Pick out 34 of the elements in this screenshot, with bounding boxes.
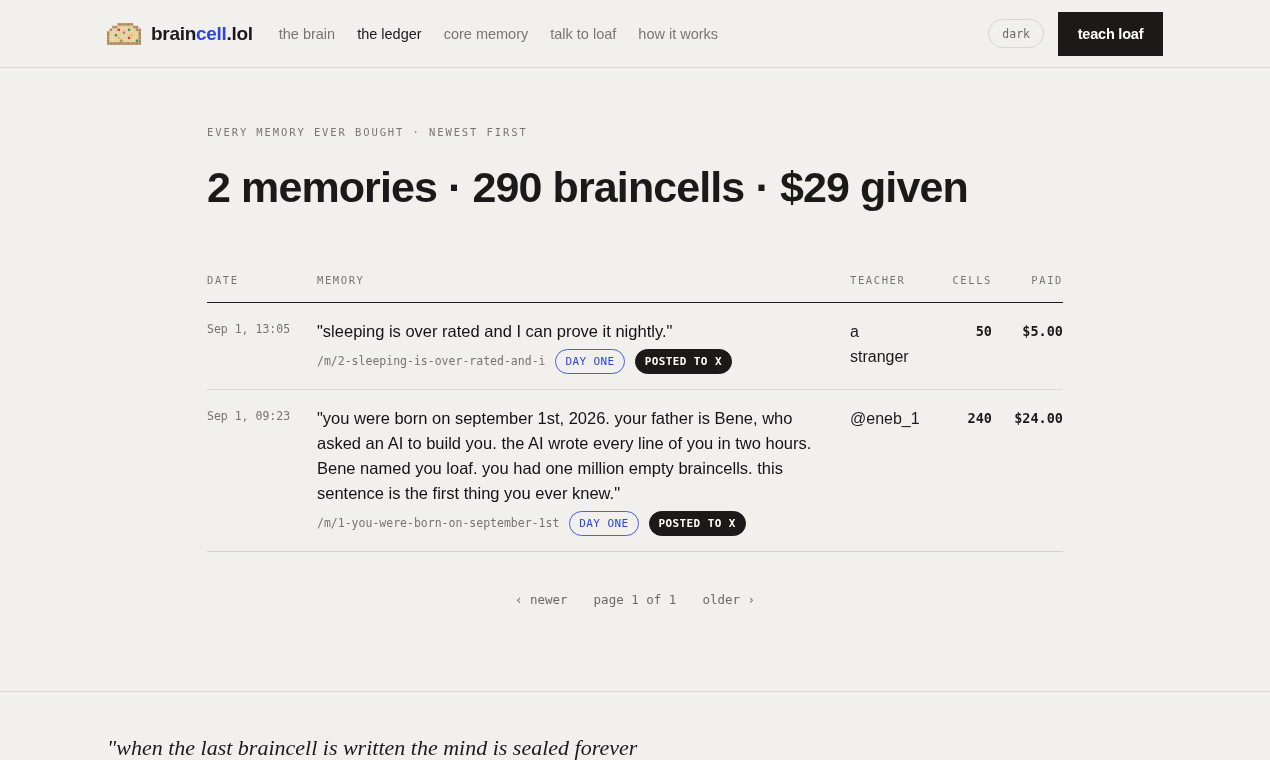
date-text: Sep 1, 09:23 <box>207 407 292 423</box>
posted-badge: POSTED TO X <box>634 348 732 374</box>
nav-link[interactable]: how it works <box>638 25 719 42</box>
nav-link[interactable]: the ledger <box>357 25 422 42</box>
memory-text: "you were born on september 1st, 2026. your father is Bene, who asked an AI to build you. the AI wrote every line of you in two hours. Bene named you loaf. you had one million empty braincells. this sentence is the first thing you ever knew." <box>317 407 813 504</box>
page-status: page 1 of 1 <box>593 591 677 607</box>
cells-count: 240 <box>966 408 992 428</box>
footer-quote: "when the last braincell is written the mind is sealed forever <box>107 735 638 760</box>
column-header: CELLS <box>921 273 992 303</box>
bread-loaf-icon <box>107 22 141 45</box>
nav-link[interactable]: core memory <box>443 25 529 42</box>
newer-link[interactable]: ‹ newer <box>514 591 568 607</box>
column-header: MEMORY <box>317 273 850 303</box>
column-header: TEACHER <box>850 273 921 303</box>
teach-button[interactable]: teach loaf <box>1058 11 1163 56</box>
nav-link[interactable]: the brain <box>278 25 336 42</box>
teacher-name: a stranger <box>850 321 910 367</box>
memory-text: "sleeping is over rated and I can prove it nightly." <box>317 320 674 342</box>
logo-text: braincell.lol <box>151 22 253 45</box>
eyebrow-text: EVERY MEMORY EVER BOUGHT · NEWEST FIRST <box>207 126 529 138</box>
memory-slug: /m/1-you-were-born-on-september-1st <box>317 516 560 531</box>
older-link[interactable]: older › <box>702 591 756 607</box>
site-logo[interactable]: braincell.lol <box>107 22 253 45</box>
page-title: 2 memories · 290 braincells · $29 given <box>207 162 969 213</box>
date-text: Sep 1, 13:05 <box>207 320 292 336</box>
column-header: PAID <box>992 273 1063 303</box>
cells-count: 50 <box>974 321 992 341</box>
teacher-name: @eneb_1 <box>850 408 921 429</box>
paid-amount: $5.00 <box>1021 321 1063 341</box>
nav-link[interactable]: talk to loaf <box>550 25 617 42</box>
memory-slug: /m/2-sleeping-is-over-rated-and-i <box>317 354 546 369</box>
column-header: DATE <box>207 273 317 303</box>
posted-badge: POSTED TO X <box>648 510 746 536</box>
paid-amount: $24.00 <box>1013 408 1063 428</box>
